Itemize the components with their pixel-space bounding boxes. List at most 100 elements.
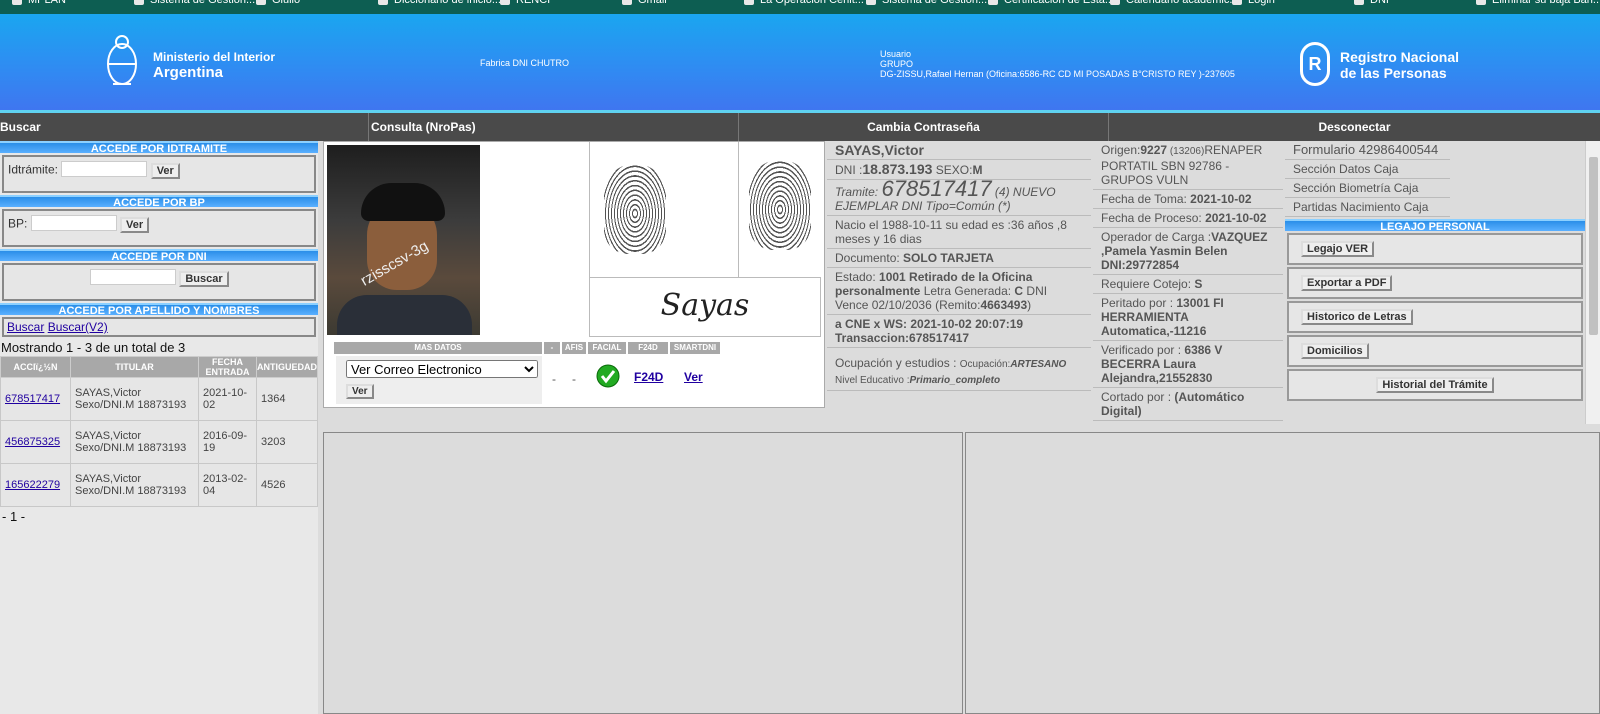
bookmark-icon <box>1476 0 1486 6</box>
f24d-link[interactable]: F24D <box>634 370 663 384</box>
bookmark-icon <box>1354 0 1364 6</box>
bookmark-icon <box>744 0 754 6</box>
bookmark-label: Login <box>1248 0 1275 6</box>
tramite-link[interactable]: 456875325 <box>5 436 60 448</box>
bookmark-item[interactable]: Giulio <box>256 0 300 6</box>
bookmarks-bar: MPLAN Sistema de Gestión... Giulio Dicciona… <box>0 0 1600 14</box>
idtramite-label: Idtrámite: <box>8 162 59 177</box>
ministerio-line2: Argentina <box>153 64 224 81</box>
nav-buscar[interactable]: Buscar <box>0 113 368 141</box>
usuario-detail: DG-ZISSU,Rafael Hernan (Oficina:6586-RC … <box>880 69 1235 79</box>
bookmark-item[interactable]: DNI <box>1354 0 1389 6</box>
bookmark-icon <box>500 0 510 6</box>
dni-input[interactable] <box>90 269 176 285</box>
col-titular: TITULAR <box>70 356 199 378</box>
bp-input[interactable] <box>30 215 117 231</box>
bookmark-label: MPLAN <box>28 0 66 6</box>
formulario-link[interactable]: Formulario 42986400544 <box>1285 141 1450 160</box>
buscar-v2-link[interactable]: Buscar(V2) <box>48 320 108 334</box>
registro-line1: Registro Nacional <box>1340 49 1460 65</box>
main-nav: Buscar Consulta (NroPas) Cambia Contrase… <box>0 113 1600 141</box>
ministerio-line1: Ministerio del Interior <box>153 50 276 64</box>
bookmark-item[interactable]: Calendario académic... <box>1110 0 1239 6</box>
tramite-link[interactable]: 678517417 <box>5 393 60 405</box>
idtramite-input[interactable] <box>61 161 148 177</box>
apellido-header: ACCEDE POR APELLIDO Y NOMBRES <box>0 303 318 317</box>
bookmark-item[interactable]: MPLAN <box>12 0 66 6</box>
estado-row: Estado: 1001 Retirado de la Oficina pers… <box>827 268 1091 315</box>
bookmark-item[interactable]: Eliminar su baja Ban... <box>1476 0 1600 6</box>
registro-logo-text: Registro Nacional de las Personas <box>1340 49 1459 81</box>
bookmark-item[interactable]: Certificación de Esta... <box>988 0 1114 6</box>
idtramite-header: ACCEDE POR IDTRAMITE <box>0 141 318 155</box>
bookmark-icon <box>866 0 876 6</box>
nacio-row: Nacio el 1988-10-11 su edad es :36 años … <box>827 216 1091 249</box>
tramite-data-panel: Origen:9227 (13206)RENAPER PORTATIL SBN … <box>1093 141 1283 424</box>
citizen-data-panel: SAYAS,Victor DNI :18.873.193 SEXO:M Tram… <box>827 141 1091 424</box>
mas-datos-ver-button[interactable]: Ver <box>346 384 374 399</box>
nav-desconectar[interactable]: Desconectar <box>1108 113 1600 141</box>
bookmark-label: Calendario académic... <box>1126 0 1239 6</box>
bottom-left-frame <box>323 432 963 714</box>
bookmark-icon <box>256 0 266 6</box>
cotejo-row: Requiere Cotejo: S <box>1093 275 1283 294</box>
bookmark-icon <box>622 0 632 6</box>
buscar-link[interactable]: Buscar <box>7 320 44 334</box>
scrollbar-thumb[interactable] <box>1589 157 1598 335</box>
domicilios-button[interactable]: Domicilios <box>1301 343 1369 359</box>
results-table: ACCIï¿½N TITULAR FECHA ENTRADA ANTIGUEDA… <box>0 356 318 507</box>
bookmark-label: RENCI <box>516 0 551 6</box>
historico-letras-button[interactable]: Historico de Letras <box>1301 309 1413 325</box>
col-antiguedad: ANTIGUEDAD <box>256 356 318 378</box>
mas-datos-select[interactable]: Ver Correo Electronico <box>346 360 538 378</box>
bookmark-label: La Operación Cenit... <box>760 0 864 6</box>
registro-line2: de las Personas <box>1340 65 1447 81</box>
bookmark-icon <box>988 0 998 6</box>
nav-consulta[interactable]: Consulta (NroPas) <box>368 113 738 141</box>
bookmark-icon <box>134 0 144 6</box>
ministerio-logo-text: Ministerio del Interior Argentina <box>153 50 275 81</box>
rnp-logo-icon: R <box>1300 42 1330 86</box>
exportar-pdf-button[interactable]: Exportar a PDF <box>1301 275 1393 291</box>
dni-buscar-button[interactable]: Buscar <box>179 270 229 287</box>
signature-image: Sayas <box>589 277 821 337</box>
toma-row: Fecha de Toma: 2021-10-02 <box>1093 190 1283 209</box>
bookmark-icon <box>12 0 22 6</box>
bp-label: BP: <box>8 216 28 231</box>
titular-cell: SAYAS,Victor Sexo/DNI.M 18873193 <box>70 463 199 507</box>
titular-cell: SAYAS,Victor Sexo/DNI.M 18873193 <box>70 377 199 421</box>
documento-row: Documento: SOLO TARJETA <box>827 249 1091 268</box>
tramite-link[interactable]: 165622279 <box>5 479 60 491</box>
bookmark-label: Gmail <box>638 0 667 6</box>
bookmark-item[interactable]: La Operación Cenit... <box>744 0 864 6</box>
ocupacion-row: Ocupación y estudios : Ocupación:ARTESAN… <box>827 348 1091 391</box>
bookmark-item[interactable]: Gmail <box>622 0 667 6</box>
argentina-coat-of-arms-logo <box>107 35 137 85</box>
antiguedad-cell: 1364 <box>256 377 318 421</box>
bp-ver-button[interactable]: Ver <box>120 216 150 233</box>
bookmark-label: Sistema de Gestión... <box>150 0 256 6</box>
seccion-biometria-link[interactable]: Sección Biometría Caja <box>1285 179 1450 198</box>
nav-cambia-contrasena[interactable]: Cambia Contraseña <box>738 113 1108 141</box>
bookmark-item[interactable]: Login <box>1232 0 1275 6</box>
fecha-cell: 2016-09-19 <box>198 420 257 464</box>
idtramite-ver-button[interactable]: Ver <box>150 162 180 179</box>
afis-value: - <box>572 372 576 386</box>
bookmark-label: Eliminar su baja Ban... <box>1492 0 1600 6</box>
bookmark-label: DNI <box>1370 0 1389 6</box>
bookmark-item[interactable]: Sistema de Gestión... <box>866 0 987 6</box>
legajo-ver-button[interactable]: Legajo VER <box>1301 241 1375 257</box>
table-row: 456875325 SAYAS,Victor Sexo/DNI.M 188731… <box>0 420 318 464</box>
historial-tramite-button[interactable]: Historial del Trámite <box>1376 377 1494 393</box>
fingerprint-left <box>604 164 666 254</box>
smartdni-ver-link[interactable]: Ver <box>684 370 703 384</box>
afis-header: AFIS <box>562 342 586 354</box>
legajo-scrollbar[interactable] <box>1585 141 1600 424</box>
bookmark-item[interactable]: Diccionario de inicio... <box>378 0 501 6</box>
seccion-datos-link[interactable]: Sección Datos Caja <box>1285 160 1450 179</box>
legajo-header: LEGAJO PERSONAL <box>1285 219 1585 233</box>
partidas-link[interactable]: Partidas Nacimiento Caja <box>1285 198 1450 217</box>
bookmark-item[interactable]: RENCI <box>500 0 550 6</box>
bookmark-item[interactable]: Sistema de Gestión... <box>134 0 255 6</box>
left-search-panel: ACCEDE POR IDTRAMITE Idtrámite: Ver ACCE… <box>0 141 318 714</box>
